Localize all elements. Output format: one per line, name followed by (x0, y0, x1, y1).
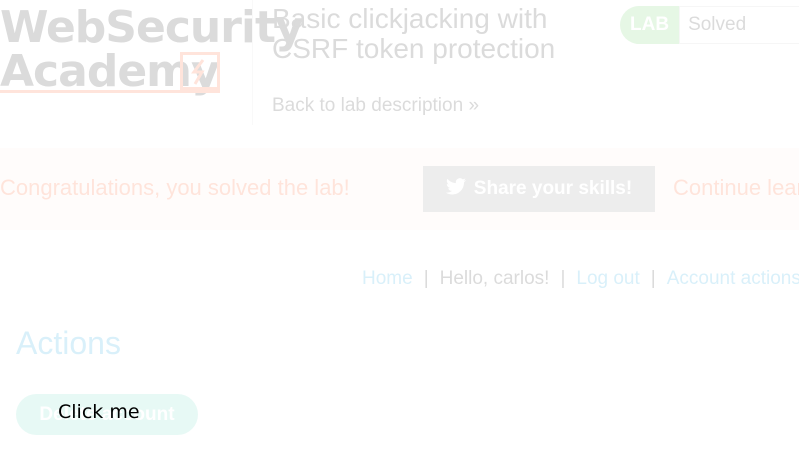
web-security-academy-logo[interactable]: WebSecurity Academy (0, 2, 304, 97)
double-chevron-right-icon: » (468, 95, 480, 116)
actions-heading: Actions (16, 325, 121, 361)
lightning-bolt-icon (180, 52, 220, 90)
account-nav: Home | Hello, carlos! | Log out | Account acti… (362, 268, 799, 290)
lab-title: Basic clickjacking with CSRF token prote… (272, 3, 556, 64)
nav-logout-link[interactable]: Log out (576, 268, 639, 289)
lab-status-text: Solved (679, 6, 799, 44)
nav-greeting: Hello, carlos! (439, 268, 550, 289)
nav-separator: | (423, 268, 429, 289)
solved-banner: Congratulations, you solved the lab! Sha… (0, 148, 799, 230)
back-link-label: Back to lab description (272, 95, 464, 116)
nav-separator: | (560, 268, 566, 289)
lab-status-badge: LAB Solved (620, 6, 799, 44)
header-divider (252, 0, 253, 125)
logo-underline (0, 90, 220, 93)
click-me-decoy[interactable]: Click me (58, 401, 140, 423)
lab-tag: LAB (620, 6, 680, 44)
twitter-icon (445, 177, 466, 201)
continue-learning-link[interactable]: Continue learning (673, 175, 799, 201)
share-skills-button[interactable]: Share your skills! (423, 166, 655, 212)
nav-separator: | (650, 268, 656, 289)
nav-home-link[interactable]: Home (362, 268, 413, 289)
nav-account-link[interactable]: Account actions (667, 268, 799, 289)
back-to-lab-description-link[interactable]: Back to lab description » (272, 95, 479, 117)
solved-message: Congratulations, you solved the lab! (0, 175, 350, 200)
lab-header: WebSecurity Academy Basic clickjacking w… (0, 0, 799, 130)
share-button-label: Share your skills! (473, 178, 633, 199)
